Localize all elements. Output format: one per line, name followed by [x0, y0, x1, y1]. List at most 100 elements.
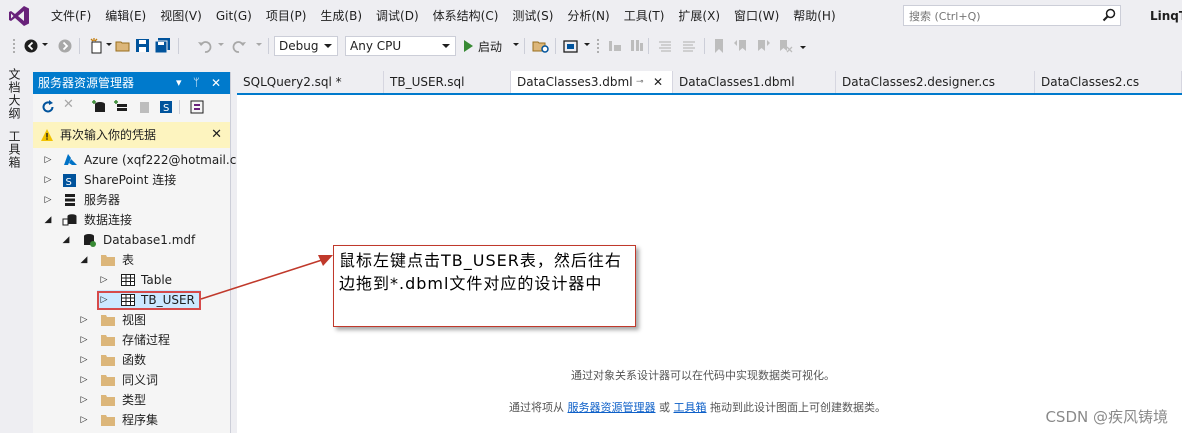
menu-test[interactable]: 测试(S): [505, 0, 560, 32]
close-icon[interactable]: ✕: [653, 71, 663, 93]
menu-analyze[interactable]: 分析(N): [560, 0, 616, 32]
browse-folder-icon[interactable]: [532, 37, 550, 55]
expand-icon[interactable]: ▷: [43, 150, 53, 170]
tree-node-table[interactable]: ▷ Table: [33, 270, 230, 290]
tree-node-assemblies[interactable]: ▷ 程序集: [33, 410, 230, 430]
tree-node-synonyms[interactable]: ▷ 同义词: [33, 370, 230, 390]
sharepoint-connect-icon[interactable]: S: [158, 99, 174, 115]
redo-icon[interactable]: [230, 37, 248, 55]
toolbar-grip[interactable]: [12, 38, 16, 54]
back-dropdown-arrow[interactable]: [42, 43, 48, 46]
bookmark-next-icon[interactable]: [754, 37, 772, 55]
menu-debug[interactable]: 调试(D): [369, 0, 426, 32]
document-outline-tab[interactable]: 文档大纲: [6, 68, 23, 120]
expand-icon[interactable]: ▷: [79, 330, 89, 350]
toolbar-overflow-arrow[interactable]: [800, 46, 806, 49]
tree-node-sharepoint[interactable]: ▷ S SharePoint 连接: [33, 170, 230, 190]
redo-dropdown-arrow[interactable]: [256, 43, 262, 46]
expand-icon[interactable]: ▷: [43, 190, 53, 210]
connect-server-icon[interactable]: [113, 99, 129, 115]
open-folder-icon[interactable]: [114, 37, 132, 55]
tree-node-functions[interactable]: ▷ 函数: [33, 350, 230, 370]
save-all-icon[interactable]: [154, 37, 172, 55]
tree-node-servers[interactable]: ▷ 服务器: [33, 190, 230, 210]
navigate-back-icon[interactable]: [22, 37, 40, 55]
screenshot-dropdown-arrow[interactable]: [584, 43, 590, 46]
expand-icon[interactable]: ▷: [79, 370, 89, 390]
tree-node-stored-procedures[interactable]: ▷ 存储过程: [33, 330, 230, 350]
collapse-icon[interactable]: ◢: [61, 230, 71, 250]
tree-node-database[interactable]: ◢ Database1.mdf: [33, 230, 230, 250]
credentials-infobar[interactable]: 再次输入你的凭据 ✕: [33, 122, 230, 148]
search-input[interactable]: [907, 7, 1091, 26]
save-icon[interactable]: [134, 37, 152, 55]
undo-dropdown-arrow[interactable]: [218, 43, 224, 46]
menu-file[interactable]: 文件(F): [44, 0, 98, 32]
tree-node-data-connections[interactable]: ◢ 数据连接: [33, 210, 230, 230]
format-icon[interactable]: [628, 37, 646, 55]
tree-node-types[interactable]: ▷ 类型: [33, 390, 230, 410]
expand-icon[interactable]: ▷: [99, 270, 109, 290]
panel-options-icon[interactable]: ▾: [176, 72, 182, 94]
connect-database-icon[interactable]: [91, 99, 107, 115]
expand-icon[interactable]: ▷: [79, 390, 89, 410]
menu-tools[interactable]: 工具(T): [617, 0, 672, 32]
bookmark-prev-icon[interactable]: [732, 37, 750, 55]
tab-tb-user-sql[interactable]: TB_USER.sql: [384, 71, 511, 93]
comment-icon[interactable]: [656, 37, 674, 55]
tab-sqlquery2[interactable]: SQLQuery2.sql *: [237, 71, 384, 93]
tab-dataclasses1-dbml[interactable]: DataClasses1.dbml: [673, 71, 836, 93]
menu-build[interactable]: 生成(B): [313, 0, 369, 32]
menu-git[interactable]: Git(G): [209, 0, 259, 32]
tree-node-views[interactable]: ▷ 视图: [33, 310, 230, 330]
search-box[interactable]: [903, 5, 1121, 26]
menu-project[interactable]: 项目(P): [259, 0, 314, 32]
toolbox-link[interactable]: 工具箱: [674, 401, 707, 414]
configuration-dropdown[interactable]: Debug: [274, 36, 338, 56]
collapse-icon[interactable]: ◢: [43, 210, 53, 230]
clear-bookmarks-icon[interactable]: [776, 37, 794, 55]
menu-edit[interactable]: 编辑(E): [98, 0, 153, 32]
menu-extensions[interactable]: 扩展(X): [671, 0, 727, 32]
tree-node-tables[interactable]: ◢ 表: [33, 250, 230, 270]
platform-dropdown[interactable]: Any CPU: [345, 36, 456, 56]
navigate-forward-icon[interactable]: [56, 37, 74, 55]
menu-view[interactable]: 视图(V): [153, 0, 209, 32]
refresh-icon[interactable]: [40, 99, 56, 115]
tab-dataclasses2-designer[interactable]: DataClasses2.designer.cs: [836, 71, 1035, 93]
uncomment-icon[interactable]: [680, 37, 698, 55]
tab-dataclasses2-cs[interactable]: DataClasses2.cs: [1035, 71, 1182, 93]
azure-connect-icon[interactable]: [136, 99, 152, 115]
expand-icon[interactable]: ▷: [79, 350, 89, 370]
pin-icon[interactable]: ᛘ: [193, 72, 200, 94]
screenshot-icon[interactable]: [562, 37, 580, 55]
start-dropdown-arrow[interactable]: [513, 43, 519, 46]
new-project-icon[interactable]: [88, 37, 106, 55]
visual-studio-logo-icon[interactable]: [8, 5, 30, 27]
tree-node-azure[interactable]: ▷ Azure (xqf222@hotmail.c: [33, 150, 237, 170]
collapse-icon[interactable]: ◢: [79, 250, 89, 270]
tab-dataclasses3-dbml[interactable]: DataClasses3.dbml ⊸ ✕: [511, 71, 673, 93]
menu-architecture[interactable]: 体系结构(C): [426, 0, 506, 32]
expand-icon[interactable]: ▷: [79, 410, 89, 430]
undo-icon[interactable]: [196, 37, 214, 55]
start-button[interactable]: 启动: [462, 36, 502, 56]
properties-icon[interactable]: [189, 99, 205, 115]
expand-icon[interactable]: ▷: [43, 170, 53, 190]
format-icon[interactable]: [606, 37, 624, 55]
infobar-text[interactable]: 再次输入你的凭据: [60, 122, 156, 148]
menu-window[interactable]: 窗口(W): [727, 0, 786, 32]
close-icon[interactable]: ✕: [211, 122, 222, 148]
bookmark-icon[interactable]: [710, 37, 728, 55]
search-icon[interactable]: [1102, 8, 1116, 22]
server-explorer-link[interactable]: 服务器资源管理器: [568, 401, 656, 414]
menu-help[interactable]: 帮助(H): [786, 0, 842, 32]
new-dropdown-arrow[interactable]: [106, 43, 112, 46]
close-icon[interactable]: ✕: [211, 72, 221, 94]
pin-icon[interactable]: ⊸: [636, 71, 644, 93]
stop-icon[interactable]: ✕: [63, 97, 74, 112]
expand-icon[interactable]: ▷: [79, 310, 89, 330]
hint-prefix: 通过将项从: [509, 401, 568, 414]
toolbox-tab[interactable]: 工具箱: [6, 130, 23, 169]
toolbar-grip[interactable]: [596, 38, 600, 54]
